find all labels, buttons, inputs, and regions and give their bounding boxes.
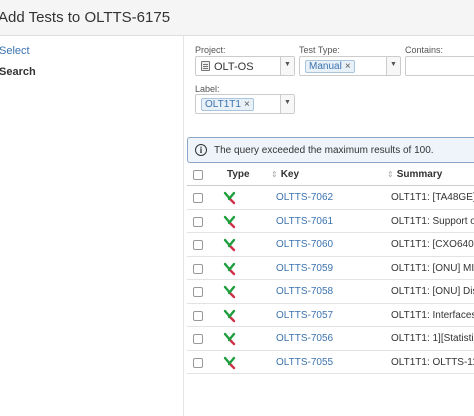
row-key-link[interactable]: OLTTS-7056 [276, 333, 333, 344]
row-checkbox[interactable] [193, 334, 203, 344]
row-summary: OLT1T1: [ONU] Displ [391, 286, 474, 297]
query-limit-message: i The query exceeded the maximum results… [187, 137, 474, 163]
info-message-text: The query exceeded the maximum results o… [214, 145, 434, 156]
table-row[interactable]: OLTTS-7062 OLT1T1: [TA48GE] C [187, 186, 474, 210]
xray-test-icon [223, 238, 237, 252]
remove-tag-icon[interactable]: × [345, 61, 351, 72]
xray-test-icon [223, 356, 237, 370]
row-summary: OLT1T1: 1][Statistics [391, 333, 474, 344]
column-header-summary[interactable]: ⇕ Summary [387, 169, 442, 180]
info-icon: i [195, 144, 207, 156]
label-filter-label: Label: [195, 84, 220, 94]
row-summary: OLT1T1: [CXO640G] [391, 239, 474, 250]
remove-tag-icon[interactable]: × [244, 99, 250, 110]
xray-test-icon [223, 285, 237, 299]
test-type-dropdown-button[interactable]: ▼ [386, 57, 400, 75]
row-key-link[interactable]: OLTTS-7057 [276, 310, 333, 321]
row-checkbox[interactable] [193, 287, 203, 297]
test-type-select[interactable]: Manual × ▼ [299, 56, 401, 76]
table-row[interactable]: OLTTS-7061 OLT1T1: Support of t [187, 210, 474, 233]
sort-icon: ⇕ [387, 170, 394, 179]
sidebar-item-select[interactable]: Select [0, 45, 30, 57]
row-summary: OLT1T1: Support of t [391, 215, 474, 227]
table-row[interactable]: OLTTS-7055 OLT1T1: OLTTS-114 [187, 351, 474, 374]
test-type-label: Test Type: [299, 45, 340, 55]
row-checkbox[interactable] [193, 216, 203, 227]
row-key-link[interactable]: OLTTS-7061 [276, 216, 333, 227]
project-value: OLT-OS [214, 61, 254, 73]
label-select[interactable]: OLT1T1 × ▼ [195, 94, 295, 114]
chevron-down-icon: ▼ [284, 99, 291, 106]
row-checkbox[interactable] [193, 193, 203, 203]
row-summary: OLT1T1: Interfaces G [391, 309, 474, 321]
row-key-link[interactable]: OLTTS-7058 [276, 286, 333, 297]
table-row[interactable]: OLTTS-7059 OLT1T1: [ONU] MIB [187, 257, 474, 280]
row-checkbox[interactable] [193, 357, 203, 368]
column-header-type[interactable]: Type [227, 169, 250, 180]
project-label: Project: [195, 45, 226, 55]
test-type-tag-label: Manual [309, 61, 342, 72]
chevron-down-icon: ▼ [390, 61, 397, 68]
dialog-title: Add Tests to OLTTS-6175 [0, 9, 171, 26]
row-summary: OLT1T1: OLTTS-114 [391, 356, 474, 368]
sort-icon: ⇕ [271, 170, 278, 179]
row-summary: OLT1T1: [ONU] MIB [391, 262, 474, 274]
xray-test-icon [223, 191, 237, 205]
label-tag-label: OLT1T1 [205, 99, 241, 110]
table-row[interactable]: OLTTS-7060 OLT1T1: [CXO640G] [187, 233, 474, 257]
project-icon [201, 61, 210, 71]
xray-test-icon [223, 215, 237, 229]
xray-test-icon [223, 332, 237, 346]
contains-input[interactable] [405, 56, 474, 76]
project-select[interactable]: OLT-OS ▼ [195, 56, 295, 76]
row-checkbox[interactable] [193, 263, 203, 274]
column-header-key[interactable]: ⇕ Key [271, 169, 299, 180]
column-header-summary-label: Summary [396, 169, 443, 180]
row-checkbox[interactable] [193, 240, 203, 250]
table-header: Type ⇕ Key ⇕ Summary [187, 164, 474, 186]
sidebar-item-search[interactable]: Search [0, 66, 36, 78]
select-all-checkbox[interactable] [193, 170, 203, 180]
test-type-tag: Manual × [305, 60, 355, 73]
dialog-header: Add Tests to OLTTS-6175 [0, 0, 474, 36]
xray-test-icon [223, 262, 237, 276]
row-summary: OLT1T1: [TA48GE] C [391, 192, 474, 203]
column-header-key-label: Key [280, 169, 300, 180]
contains-label: Contains: [405, 45, 444, 55]
project-dropdown-button[interactable]: ▼ [280, 57, 294, 75]
xray-test-icon [223, 309, 237, 323]
table-row[interactable]: OLTTS-7056 OLT1T1: 1][Statistics [187, 327, 474, 351]
row-key-link[interactable]: OLTTS-7060 [276, 239, 333, 250]
table-row[interactable]: OLTTS-7057 OLT1T1: Interfaces G [187, 304, 474, 327]
chevron-down-icon: ▼ [284, 61, 291, 68]
table-row[interactable]: OLTTS-7058 OLT1T1: [ONU] Displ [187, 280, 474, 304]
sidebar: Select Search [0, 36, 184, 416]
row-key-link[interactable]: OLTTS-7062 [276, 192, 333, 203]
row-key-link[interactable]: OLTTS-7059 [276, 263, 333, 274]
main-panel: Project: OLT-OS ▼ Test Type: Manual × ▼ C… [185, 36, 474, 416]
label-tag: OLT1T1 × [201, 98, 254, 111]
row-checkbox[interactable] [193, 310, 203, 321]
row-key-link[interactable]: OLTTS-7055 [276, 357, 333, 368]
label-dropdown-button[interactable]: ▼ [280, 95, 294, 113]
